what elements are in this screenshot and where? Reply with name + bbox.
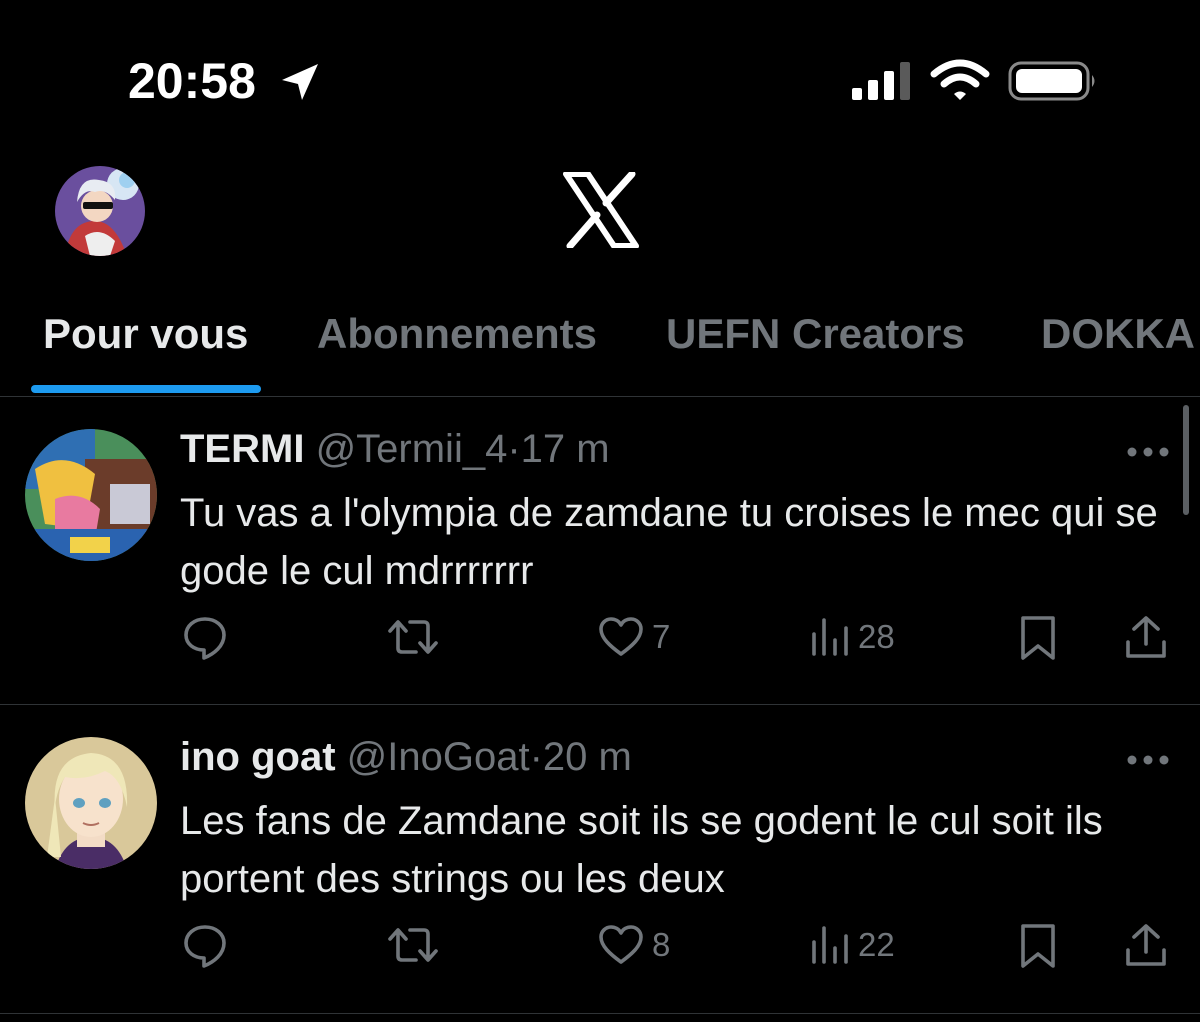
- tab-pour-vous[interactable]: Pour vous: [43, 310, 248, 358]
- x-logo-icon[interactable]: [562, 172, 640, 248]
- location-arrow-icon: [282, 64, 318, 100]
- timeline-tabs: Pour vous Abonnements UEFN Creators DOKK…: [0, 300, 1200, 397]
- tweet-author-name[interactable]: ino goat: [180, 735, 336, 779]
- active-tab-indicator: [31, 385, 261, 393]
- status-time: 20:58: [128, 53, 256, 109]
- share-button[interactable]: [1124, 614, 1168, 660]
- views-count: 28: [858, 618, 895, 655]
- wifi-icon: [930, 59, 990, 100]
- tweet-header: TERMI @Termii_4·17 m: [180, 427, 610, 472]
- bookmark-icon: [1021, 924, 1055, 968]
- bookmark-button[interactable]: [1018, 614, 1058, 662]
- like-button[interactable]: 7: [598, 614, 670, 660]
- tweet-author-avatar[interactable]: [25, 737, 157, 869]
- tweet-time: 17 m: [520, 427, 610, 471]
- tweet-author-handle[interactable]: @Termii_4: [316, 427, 508, 471]
- tweet-time: 20 m: [542, 735, 632, 779]
- tweet-author-avatar[interactable]: [25, 429, 157, 561]
- tweet[interactable]: TERMI @Termii_4·17 m Tu vas a l'olympia …: [0, 397, 1200, 705]
- more-options-icon[interactable]: [1126, 445, 1170, 459]
- tab-uefn-creators[interactable]: UEFN Creators: [666, 310, 965, 358]
- retweet-button[interactable]: [388, 922, 438, 968]
- like-count: 7: [652, 618, 671, 655]
- retweet-icon: [388, 928, 438, 962]
- tweet-separator: ·: [529, 735, 543, 779]
- tweet-header: ino goat @InoGoat·20 m: [180, 735, 632, 780]
- battery-icon: [1008, 61, 1095, 101]
- heart-icon: [599, 617, 643, 656]
- tab-abonnements[interactable]: Abonnements: [317, 310, 597, 358]
- like-count: 8: [652, 926, 671, 963]
- share-button[interactable]: [1124, 922, 1168, 968]
- tweet-author-name[interactable]: TERMI: [180, 427, 304, 471]
- reply-icon: [184, 617, 226, 660]
- bookmark-button[interactable]: [1018, 922, 1058, 970]
- views-chart-icon: [812, 618, 848, 656]
- reply-icon: [184, 925, 226, 968]
- reply-button[interactable]: [182, 614, 228, 660]
- tweet-separator: ·: [507, 427, 521, 471]
- tweet-actions: 8 22: [0, 922, 1200, 982]
- tweet-actions: 7 28: [0, 614, 1200, 674]
- timeline-scrollbar[interactable]: [1183, 405, 1189, 515]
- tweet-text: Tu vas a l'olympia de zamdane tu croises…: [180, 491, 1158, 593]
- retweet-icon: [388, 620, 438, 654]
- tweet-text: Les fans de Zamdane soit ils se godent l…: [180, 799, 1103, 901]
- status-bar: 20:58: [0, 0, 1200, 150]
- bookmark-icon: [1021, 616, 1055, 660]
- tweet-author-handle[interactable]: @InoGoat: [347, 735, 530, 779]
- views-button[interactable]: 22: [810, 922, 895, 968]
- profile-avatar[interactable]: [55, 166, 145, 256]
- heart-icon: [599, 925, 643, 964]
- tweet[interactable]: ino goat @InoGoat·20 m Les fans de Zamda…: [0, 705, 1200, 1014]
- tab-dokka[interactable]: DOKKA: [1041, 310, 1195, 358]
- more-options-icon[interactable]: [1126, 753, 1170, 767]
- views-button[interactable]: 28: [810, 614, 895, 660]
- retweet-button[interactable]: [388, 614, 438, 660]
- cellular-signal-icon: [852, 62, 910, 100]
- reply-button[interactable]: [182, 922, 228, 968]
- like-button[interactable]: 8: [598, 922, 670, 968]
- views-chart-icon: [812, 926, 848, 964]
- share-icon: [1126, 616, 1166, 658]
- views-count: 22: [858, 926, 895, 963]
- share-icon: [1126, 924, 1166, 966]
